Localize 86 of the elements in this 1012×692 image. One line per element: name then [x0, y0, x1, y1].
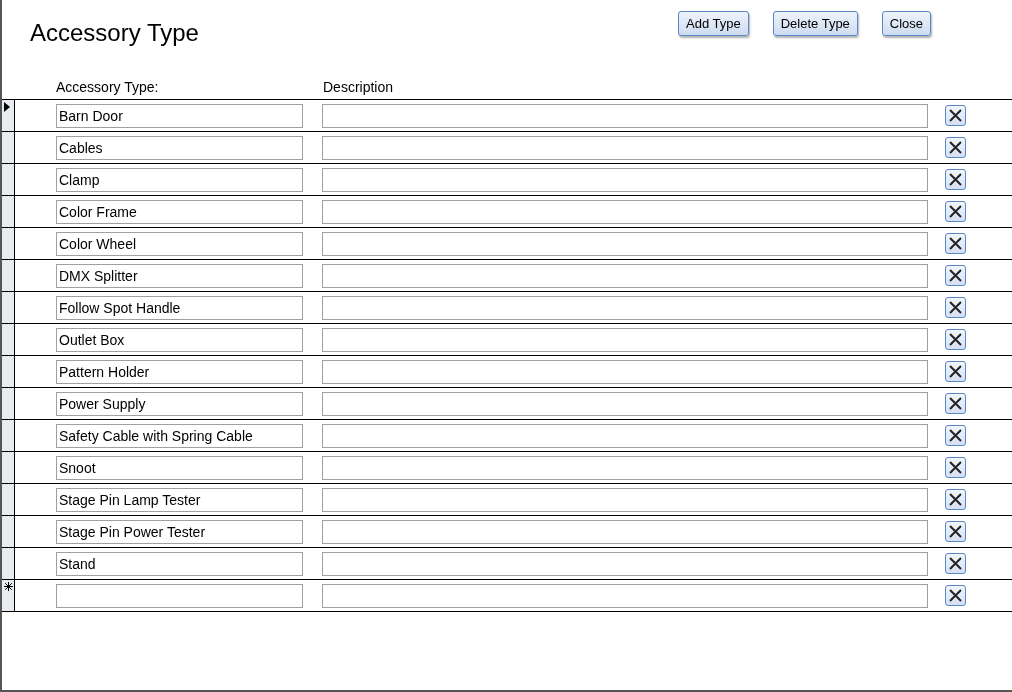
type-field[interactable]: Stand — [56, 551, 303, 576]
type-field[interactable]: Outlet Box — [56, 327, 303, 352]
type-field[interactable]: Power Supply — [56, 391, 303, 416]
type-field[interactable]: DMX Splitter — [56, 263, 303, 288]
delete-row-button[interactable] — [945, 553, 966, 574]
description-field[interactable] — [322, 295, 928, 320]
record-selector[interactable] — [2, 548, 15, 579]
description-field[interactable] — [322, 519, 928, 544]
description-field[interactable] — [322, 263, 928, 288]
close-icon — [949, 557, 962, 570]
record-selector[interactable] — [2, 516, 15, 547]
delete-row-button[interactable] — [945, 457, 966, 478]
record-selector[interactable] — [2, 452, 15, 483]
description-field[interactable] — [322, 487, 928, 512]
description-field[interactable] — [322, 423, 928, 448]
form-button[interactable]: Delete Type — [772, 11, 858, 36]
type-field[interactable]: Color Frame — [56, 199, 303, 224]
record-selector[interactable] — [2, 260, 15, 291]
description-field[interactable] — [322, 327, 928, 352]
delete-row-button[interactable] — [945, 105, 966, 126]
type-field[interactable]: Stage Pin Power Tester — [56, 519, 303, 544]
close-icon — [949, 173, 962, 186]
description-field[interactable] — [322, 583, 928, 608]
delete-row-button[interactable] — [945, 233, 966, 254]
record-selector[interactable] — [2, 196, 15, 227]
type-field[interactable]: Follow Spot Handle — [56, 295, 303, 320]
record-selector[interactable] — [2, 292, 15, 323]
close-icon — [949, 205, 962, 218]
delete-row-button[interactable] — [945, 265, 966, 286]
column-header: Description — [323, 79, 394, 95]
record-selector[interactable] — [2, 132, 15, 163]
close-icon — [949, 365, 962, 378]
type-field[interactable]: Barn Door — [56, 103, 303, 128]
type-field[interactable]: Pattern Holder — [56, 359, 303, 384]
record-selector[interactable] — [2, 356, 15, 387]
description-field[interactable] — [322, 359, 928, 384]
close-icon — [949, 333, 962, 346]
close-icon — [949, 301, 962, 314]
close-icon — [949, 589, 962, 602]
close-icon — [949, 461, 962, 474]
delete-row-button[interactable] — [945, 393, 966, 414]
delete-row-button[interactable] — [945, 521, 966, 542]
close-icon — [949, 269, 962, 282]
type-field[interactable] — [56, 583, 303, 608]
type-field[interactable]: Clamp — [56, 167, 303, 192]
record-selector[interactable] — [2, 100, 15, 131]
description-field[interactable] — [322, 199, 928, 224]
record-selector[interactable] — [2, 324, 15, 355]
description-field[interactable] — [322, 551, 928, 576]
delete-row-button[interactable] — [945, 585, 966, 606]
record-selector[interactable] — [2, 228, 15, 259]
form-title: Accessory Type — [30, 19, 200, 48]
delete-row-button[interactable] — [945, 489, 966, 510]
description-field[interactable] — [322, 391, 928, 416]
close-icon — [949, 429, 962, 442]
delete-row-button[interactable] — [945, 425, 966, 446]
form-button[interactable]: Close — [881, 11, 932, 36]
delete-row-button[interactable] — [945, 361, 966, 382]
type-field[interactable]: Color Wheel — [56, 231, 303, 256]
form-button[interactable]: Add Type — [678, 11, 749, 36]
description-field[interactable] — [322, 167, 928, 192]
record-selector[interactable] — [2, 388, 15, 419]
close-icon — [949, 109, 962, 122]
delete-row-button[interactable] — [945, 137, 966, 158]
record-selector[interactable] — [2, 420, 15, 451]
record-selector[interactable] — [2, 580, 15, 611]
type-field[interactable]: Stage Pin Lamp Tester — [56, 487, 303, 512]
delete-row-button[interactable] — [945, 329, 966, 350]
column-header: Accessory Type: — [56, 79, 160, 95]
description-field[interactable] — [322, 231, 928, 256]
record-selector[interactable] — [2, 484, 15, 515]
close-icon — [949, 237, 962, 250]
description-field[interactable] — [322, 103, 928, 128]
description-field[interactable] — [322, 455, 928, 480]
close-icon — [949, 397, 962, 410]
close-icon — [949, 141, 962, 154]
type-field[interactable]: Snoot — [56, 455, 303, 480]
type-field[interactable]: Cables — [56, 135, 303, 160]
description-field[interactable] — [322, 135, 928, 160]
close-icon — [949, 525, 962, 538]
type-field[interactable]: Safety Cable with Spring Cable — [56, 423, 303, 448]
close-icon — [949, 493, 962, 506]
delete-row-button[interactable] — [945, 297, 966, 318]
delete-row-button[interactable] — [945, 201, 966, 222]
record-selector[interactable] — [2, 164, 15, 195]
delete-row-button[interactable] — [945, 169, 966, 190]
